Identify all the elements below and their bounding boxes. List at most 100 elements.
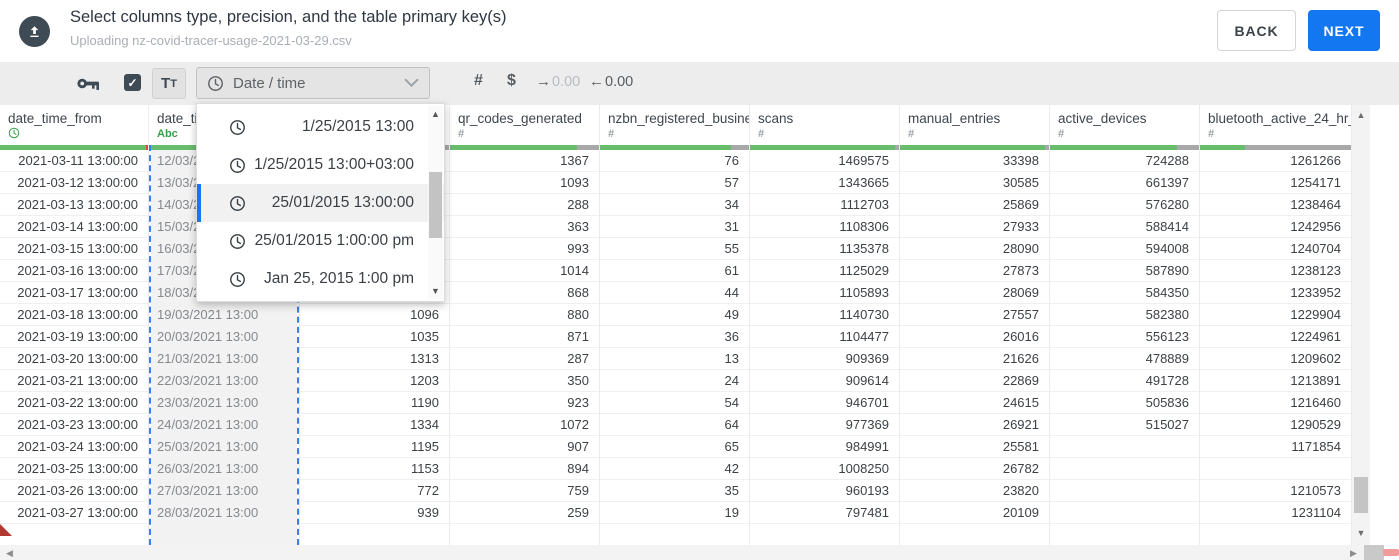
table-cell: 27933 — [900, 216, 1049, 238]
chevron-down-icon — [404, 78, 419, 88]
dropdown-scroll-thumb[interactable] — [429, 172, 442, 238]
table-cell: 1014 — [450, 260, 599, 282]
table-cell: 57 — [600, 172, 749, 194]
table-cell: 1290529 — [1200, 414, 1351, 436]
decimal-decrease-button[interactable]: ← 0.00 — [589, 73, 633, 90]
text-type-button[interactable]: TT — [152, 68, 186, 99]
table-cell: 27557 — [900, 304, 1049, 326]
table-cell: 939 — [300, 502, 449, 524]
column-type-badge: # — [608, 128, 615, 140]
primary-key-icon[interactable] — [77, 76, 100, 96]
table-cell: 54 — [600, 392, 749, 414]
table-column-scans[interactable]: scans #1469575 1343665 1112703 1108306 113537… — [750, 105, 900, 545]
table-column-active_devices[interactable]: active_devices #724288 661397 576280 588414 5… — [1050, 105, 1200, 545]
column-header[interactable]: bluetooth_active_24_hr_ # — [1200, 105, 1351, 145]
table-cell: 1209602 — [1200, 348, 1351, 370]
scroll-down-icon[interactable]: ▼ — [428, 286, 443, 296]
number-type-button[interactable]: # — [474, 72, 483, 90]
column-header[interactable]: qr_codes_generated # — [450, 105, 599, 145]
column-header[interactable]: active_devices # — [1050, 105, 1199, 145]
table-cell — [1050, 458, 1199, 480]
table-cell: 1238123 — [1200, 260, 1351, 282]
table-cell: 1125029 — [750, 260, 899, 282]
table-cell: 1233952 — [1200, 282, 1351, 304]
next-button[interactable]: NEXT — [1308, 10, 1380, 51]
table-cell: 22/03/2021 13:00 — [151, 370, 297, 392]
table-cell: 1367 — [450, 150, 599, 172]
date-format-option[interactable]: 25/01/2015 1:00:00 pm — [197, 222, 444, 260]
vertical-scroll-thumb[interactable] — [1354, 477, 1368, 513]
table-cell: 2021-03-21 13:00:00 — [0, 370, 148, 392]
table-cell: 259 — [450, 502, 599, 524]
column-name: active_devices — [1058, 111, 1147, 126]
scroll-down-icon[interactable]: ▼ — [1352, 528, 1370, 538]
table-cell: 1093 — [450, 172, 599, 194]
checkbox-checked[interactable]: ✓ — [124, 74, 141, 91]
table-cell: 478889 — [1050, 348, 1199, 370]
table-column-manual_entries[interactable]: manual_entries #33398 30585 25869 27933 28090… — [900, 105, 1050, 545]
vertical-scrollbar[interactable]: ▲ ▼ — [1352, 105, 1370, 545]
table-cell: 26/03/2021 13:00 — [151, 458, 297, 480]
back-button[interactable]: BACK — [1217, 10, 1296, 51]
currency-type-button[interactable]: $ — [507, 72, 516, 90]
table-cell: 977369 — [750, 414, 899, 436]
table-cell: 1105893 — [750, 282, 899, 304]
scroll-up-icon[interactable]: ▲ — [428, 109, 443, 119]
table-cell: 2021-03-11 13:00:00 — [0, 150, 148, 172]
table-cell — [1050, 502, 1199, 524]
table-cell: 582380 — [1050, 304, 1199, 326]
table-cell: 2021-03-26 13:00:00 — [0, 480, 148, 502]
date-format-option[interactable]: 1/25/2015 13:00+03:00 — [197, 146, 444, 184]
type-select-dropdown[interactable]: Date / time — [196, 67, 430, 99]
table-cell: 2021-03-17 13:00:00 — [0, 282, 148, 304]
table-cell: 2021-03-27 13:00:00 — [0, 502, 148, 524]
table-cell: 36 — [600, 326, 749, 348]
table-cell: 28/03/2021 13:00 — [151, 502, 297, 524]
table-cell: 505836 — [1050, 392, 1199, 414]
table-cell: 26921 — [900, 414, 1049, 436]
column-name: date_time_from — [8, 111, 102, 126]
table-cell: 724288 — [1050, 150, 1199, 172]
table-cell: 1313 — [300, 348, 449, 370]
table-cell: 61 — [600, 260, 749, 282]
table-cell: 25869 — [900, 194, 1049, 216]
table-cell: 759 — [450, 480, 599, 502]
table-column-bluetooth_active_24_hr_[interactable]: bluetooth_active_24_hr_ #1261266 1254171 12… — [1200, 105, 1352, 545]
table-cell: 868 — [450, 282, 599, 304]
table-cell: 55 — [600, 238, 749, 260]
page-subtitle: Uploading nz-covid-tracer-usage-2021-03-… — [70, 33, 352, 48]
column-header[interactable]: manual_entries # — [900, 105, 1049, 145]
table-cell: 350 — [450, 370, 599, 392]
table-cell: 1213891 — [1200, 370, 1351, 392]
table-column-qr_codes_generated[interactable]: qr_codes_generated #1367 1093 288 363 993 1014… — [450, 105, 600, 545]
table-cell: 993 — [450, 238, 599, 260]
scroll-right-icon[interactable]: ▶ — [1350, 548, 1357, 559]
scroll-up-icon[interactable]: ▲ — [1352, 110, 1370, 120]
table-column-nzbn_registered_busine[interactable]: nzbn_registered_busine #76 57 34 31 55 61 44 49 3… — [600, 105, 750, 545]
date-format-option[interactable]: Jan 25, 2015 1:00 pm — [197, 260, 444, 298]
table-cell: 1190 — [300, 392, 449, 414]
table-column-date_time_from[interactable]: date_time_from 2021-03-11 13:00:00 2021-03… — [0, 105, 149, 545]
date-format-option[interactable]: 1/25/2015 13:00 — [197, 108, 444, 146]
column-type-badge: # — [1058, 128, 1065, 140]
type-option-list: 1/25/2015 13:00 1/25/2015 13:00+03:00 25/0… — [197, 108, 444, 298]
column-header[interactable]: scans # — [750, 105, 899, 145]
table-cell: 21/03/2021 13:00 — [151, 348, 297, 370]
decimal-increase-button[interactable]: → 0.00 — [536, 73, 580, 90]
date-format-dropdown-panel: 1/25/2015 13:00 1/25/2015 13:00+03:00 25/0… — [196, 103, 445, 302]
column-header[interactable]: nzbn_registered_busine # — [600, 105, 749, 145]
table-cell: 871 — [450, 326, 599, 348]
dropdown-scrollbar[interactable]: ▲ ▼ — [428, 106, 443, 299]
scroll-left-icon[interactable]: ◀ — [6, 548, 13, 559]
clock-icon — [8, 127, 20, 139]
table-cell: 1096 — [300, 304, 449, 326]
table-cell: 64 — [600, 414, 749, 436]
horizontal-scrollbar[interactable]: ◀ ▶ — [0, 545, 1364, 560]
column-type-badge: # — [458, 128, 465, 140]
clock-icon — [208, 75, 223, 91]
date-format-option[interactable]: 25/01/2015 13:00:00 — [197, 184, 444, 222]
column-header[interactable]: date_time_from — [0, 105, 148, 145]
table-cell: 2021-03-24 13:00:00 — [0, 436, 148, 458]
table-cell: 49 — [600, 304, 749, 326]
option-label: Jan 25, 2015 1:00 pm — [264, 270, 414, 287]
